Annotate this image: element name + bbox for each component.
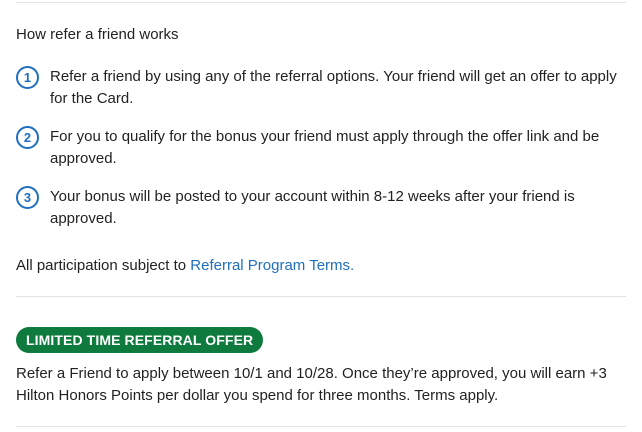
steps-list: 1 Refer a friend by using any of the ref…	[16, 66, 626, 230]
step-1: 1 Refer a friend by using any of the ref…	[16, 66, 626, 110]
step-2: 2 For you to qualify for the bonus your …	[16, 126, 626, 170]
step-2-text: For you to qualify for the bonus your fr…	[50, 128, 600, 167]
step-number-2-icon: 2	[16, 126, 39, 149]
step-number-3-icon: 3	[16, 186, 39, 209]
bottom-divider	[16, 426, 626, 427]
referral-panel: How refer a friend works 1 Refer a frien…	[0, 0, 642, 432]
participation-note: All participation subject to Referral Pr…	[16, 257, 354, 275]
step-3-text: Your bonus will be posted to your accoun…	[50, 188, 575, 227]
step-number-1-icon: 1	[16, 66, 39, 89]
section-divider	[16, 296, 626, 297]
step-1-text: Refer a friend by using any of the refer…	[50, 68, 617, 107]
limited-time-offer-badge: LIMITED TIME REFERRAL OFFER	[16, 327, 264, 353]
step-3: 3 Your bonus will be posted to your acco…	[16, 186, 626, 230]
top-divider	[16, 2, 626, 3]
participation-prefix: All participation subject to	[16, 257, 191, 274]
how-it-works-heading: How refer a friend works	[16, 26, 179, 43]
offer-description: Refer a Friend to apply between 10/1 and…	[16, 365, 607, 404]
referral-program-terms-link[interactable]: Referral Program Terms.	[190, 257, 354, 274]
